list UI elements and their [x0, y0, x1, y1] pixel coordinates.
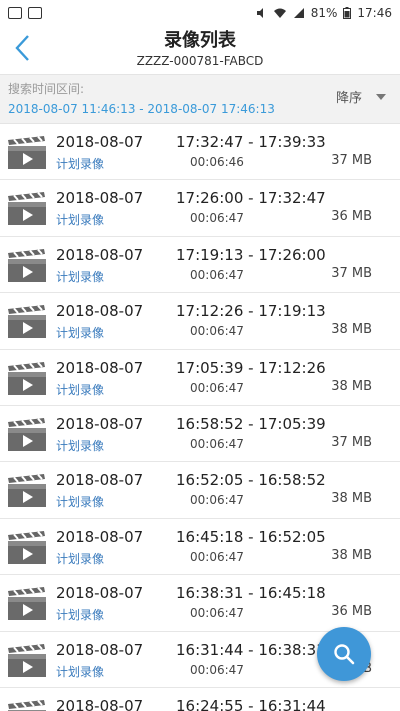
back-button[interactable]: [6, 28, 38, 68]
recording-duration: 00:06:47: [190, 606, 244, 621]
recording-date: 2018-08-07: [56, 302, 144, 321]
recording-size: 38 MB: [331, 378, 372, 394]
recording-duration: 00:06:47: [190, 662, 244, 677]
recording-time-range: 16:31:44 - 16:38:31: [176, 640, 326, 659]
recording-row[interactable]: 2018-08-07 计划录像 17:12:26 - 17:19:13 00:0…: [0, 293, 400, 350]
recording-row[interactable]: 2018-08-07 计划录像 16:45:18 - 16:52:05 00:0…: [0, 519, 400, 576]
recording-row[interactable]: 2018-08-07 计划录像 16:52:05 - 16:58:52 00:0…: [0, 462, 400, 519]
device-id: ZZZZ-000781-FABCD: [136, 54, 264, 68]
battery-level: 81%: [310, 6, 338, 20]
recording-time-range: 17:19:13 - 17:26:00: [176, 245, 326, 264]
dropdown-arrow-icon: [376, 93, 386, 100]
video-clapper-icon: [8, 587, 46, 621]
recording-date: 2018-08-07: [56, 471, 144, 490]
recording-row[interactable]: 2018-08-07 计划录像 17:19:13 - 17:26:00 00:0…: [0, 237, 400, 294]
recording-type: 计划录像: [56, 608, 105, 623]
recording-date: 2018-08-07: [56, 527, 144, 546]
recording-list: 2018-08-07 计划录像 17:32:47 - 17:39:33 00:0…: [0, 124, 400, 711]
clock: 17:46: [357, 6, 392, 20]
recording-time-range: 16:24:55 - 16:31:44: [176, 696, 326, 711]
sort-order-label: 降序: [335, 91, 362, 106]
recording-type: 计划录像: [56, 326, 105, 341]
video-clapper-icon: [8, 248, 46, 282]
recording-type: 计划录像: [56, 269, 105, 284]
recording-time-range: 17:32:47 - 17:39:33: [176, 133, 326, 151]
recording-time-range: 17:26:00 - 17:32:47: [176, 189, 326, 208]
recording-row[interactable]: 2018-08-07 计划录像 17:32:47 - 17:39:33 00:0…: [0, 124, 400, 181]
recording-type: 计划录像: [56, 438, 105, 453]
video-clapper-icon: [8, 699, 46, 711]
video-clapper-icon: [8, 474, 46, 508]
recording-date: 2018-08-07: [56, 358, 144, 377]
gallery-icon: [8, 7, 22, 19]
video-clapper-icon: [8, 192, 46, 226]
chevron-left-icon: [15, 35, 29, 61]
recording-size: 36 MB: [331, 209, 372, 225]
recording-size: 38 MB: [331, 547, 372, 563]
recording-duration: 00:06:47: [190, 380, 244, 395]
recording-row[interactable]: 2018-08-07 计划录像 16:38:31 - 16:45:18 00:0…: [0, 575, 400, 632]
mute-icon: [256, 8, 263, 18]
recording-time-range: 17:05:39 - 17:12:26: [176, 358, 326, 377]
video-clapper-icon: [8, 417, 46, 451]
recording-date: 2018-08-07: [56, 696, 144, 711]
recording-time-range: 16:38:31 - 16:45:18: [176, 584, 326, 603]
recording-date: 2018-08-07: [56, 245, 144, 264]
video-clapper-icon: [8, 136, 46, 169]
recording-type: 计划录像: [56, 157, 105, 171]
status-right: 81% 17:46: [255, 6, 392, 20]
header: 录像列表 ZZZZ-000781-FABCD: [0, 26, 400, 74]
video-clapper-icon: [8, 361, 46, 395]
recording-date: 2018-08-07: [56, 640, 144, 659]
recording-duration: 00:06:47: [190, 267, 244, 282]
recording-size: 38 MB: [331, 322, 372, 338]
battery-icon: [343, 7, 352, 19]
recording-duration: 00:06:47: [190, 324, 244, 339]
recording-date: 2018-08-07: [56, 189, 144, 208]
recording-duration: 00:06:47: [190, 211, 244, 226]
recording-size: 37 MB: [331, 265, 372, 281]
status-bar: 81% 17:46: [0, 0, 400, 26]
video-clapper-icon: [8, 305, 46, 339]
recording-duration: 00:06:47: [190, 493, 244, 508]
recording-row[interactable]: 2018-08-07 计划录像 17:26:00 - 17:32:47 00:0…: [0, 180, 400, 237]
recording-type: 计划录像: [56, 664, 105, 679]
recording-time-range: 16:45:18 - 16:52:05: [176, 527, 326, 546]
recording-type: 计划录像: [56, 382, 105, 397]
search-range-label: 搜索时间区间:: [8, 82, 85, 96]
recording-type: 计划录像: [56, 495, 105, 510]
search-range-value[interactable]: 2018-08-07 11:46:13 - 2018-08-07 17:46:1…: [8, 99, 392, 119]
search-button[interactable]: [317, 627, 371, 681]
recording-date: 2018-08-07: [56, 133, 144, 151]
recording-duration: 00:06:47: [190, 436, 244, 451]
status-left: [8, 7, 42, 19]
recording-size: 36 MB: [331, 604, 372, 620]
signal-icon: [293, 8, 304, 18]
recording-row[interactable]: 2018-08-07 计划录像 17:05:39 - 17:12:26 00:0…: [0, 350, 400, 406]
recording-type: 计划录像: [56, 213, 105, 228]
page-title: 录像列表: [164, 30, 236, 51]
wifi-icon: [273, 8, 286, 18]
search-icon: [334, 644, 355, 665]
recording-duration: 00:06:46: [190, 155, 244, 169]
sort-order-select[interactable]: 降序: [336, 87, 386, 106]
recording-duration: 00:06:47: [190, 549, 244, 564]
recording-row[interactable]: 2018-08-07 计划录像 16:58:52 - 17:05:39 00:0…: [0, 406, 400, 463]
recording-type: 计划录像: [56, 551, 105, 566]
recording-time-range: 16:52:05 - 16:58:52: [176, 471, 326, 490]
recording-size: 37 MB: [331, 153, 372, 168]
video-clapper-icon: [8, 530, 46, 564]
recording-date: 2018-08-07: [56, 414, 144, 433]
recording-size: 38 MB: [331, 491, 372, 507]
recording-row[interactable]: 2018-08-07 16:24:55 - 16:31:44: [0, 688, 400, 711]
search-filter-bar: 搜索时间区间: 2018-08-07 11:46:13 - 2018-08-07…: [0, 74, 400, 124]
recording-time-range: 17:12:26 - 17:19:13: [176, 302, 326, 321]
recording-date: 2018-08-07: [56, 584, 144, 603]
recording-size: 37 MB: [331, 434, 372, 450]
video-clapper-icon: [8, 643, 46, 677]
notification-icon: [28, 7, 42, 19]
recording-time-range: 16:58:52 - 17:05:39: [176, 414, 326, 433]
